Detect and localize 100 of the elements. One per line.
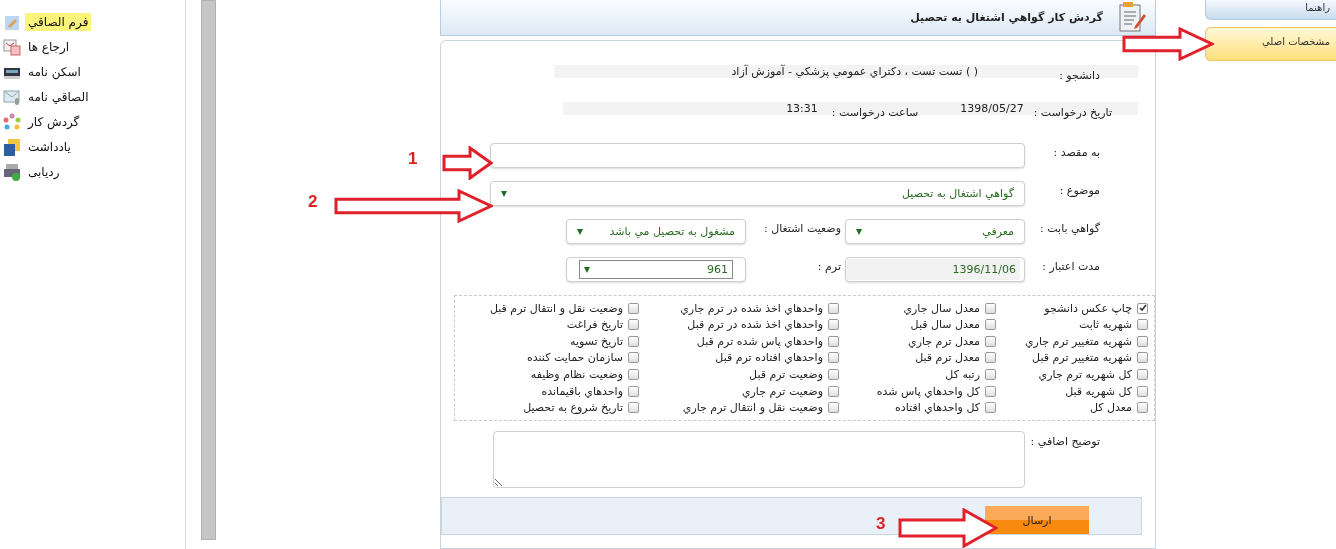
checkbox-label: وضعيت نقل و انتقال ترم قبل xyxy=(489,301,623,315)
printer-icon[interactable] xyxy=(3,162,21,181)
date-value: 1398/05/27 xyxy=(960,102,1024,115)
step-number: 3 xyxy=(876,514,886,534)
caret-icon xyxy=(856,228,862,235)
checkbox[interactable] xyxy=(628,302,639,314)
step-number: 1 xyxy=(408,149,418,169)
checkbox[interactable] xyxy=(1137,319,1148,331)
checkbox[interactable] xyxy=(628,319,639,331)
caret-icon xyxy=(577,228,583,235)
date-field: 1396/11/06 xyxy=(845,257,1025,282)
text-field[interactable] xyxy=(490,143,1025,168)
checkbox[interactable] xyxy=(1137,335,1148,347)
checkbox-label: وضعيت ترم جاري xyxy=(741,384,823,398)
checkbox[interactable] xyxy=(828,352,839,364)
checkbox[interactable] xyxy=(1137,385,1148,397)
checkbox-label: واحدهاي پاس شده ترم قبل xyxy=(696,334,823,348)
checkbox[interactable] xyxy=(985,402,996,414)
checkbox-label: شهريه متغيير ترم قبل xyxy=(1032,351,1132,365)
field-label: وضعيت اشتغال : xyxy=(762,221,841,235)
checkbox-label: تاريخ تسويه xyxy=(570,334,623,348)
checkbox-label: واحدهاي اخذ شده در ترم جاري xyxy=(680,301,823,315)
arrow-icon xyxy=(334,189,493,223)
sidebar-item[interactable]: ارجاع ها xyxy=(25,37,73,56)
checkbox-label: کل واحدهاي افتاده xyxy=(895,401,980,415)
tab[interactable]: مشخصات اصلي xyxy=(1205,27,1336,61)
checkbox[interactable] xyxy=(985,302,996,314)
checkbox[interactable] xyxy=(628,335,639,347)
checkbox[interactable] xyxy=(828,319,839,331)
checkbox-label: کل واحدهاي پاس شده xyxy=(876,384,980,398)
checkbox[interactable] xyxy=(828,385,839,397)
checkbox-label: رتبه کل xyxy=(945,368,980,381)
checkbox-label: معدل ترم قبل xyxy=(915,351,980,365)
checkbox-label: معدل ترم جاري xyxy=(908,334,980,348)
sidebar-item[interactable]: اسکن نامه xyxy=(25,62,84,81)
arrow-icon xyxy=(898,508,998,548)
description-field[interactable] xyxy=(493,431,1025,488)
checkbox[interactable] xyxy=(985,319,996,331)
checkbox[interactable] xyxy=(985,385,996,397)
caret-icon xyxy=(584,266,590,273)
envelope-icon[interactable] xyxy=(3,37,21,56)
time-value: 13:31 xyxy=(786,102,818,115)
student-value: ( ) تست تست ، دکتراي عمومي پزشکي - آموزش آزاد xyxy=(731,65,978,78)
checkbox-label: کل شهريه ترم جاري xyxy=(1038,368,1132,381)
checkbox-label: تاريخ شروع به تحصيل xyxy=(523,401,623,415)
checkbox-label: واحدهاي اخذ شده در ترم قبل xyxy=(687,318,823,332)
sidebar-item[interactable]: گردش کار xyxy=(25,112,83,131)
checkbox-label: تاريخ فراغت xyxy=(566,318,623,332)
checkbox[interactable] xyxy=(985,369,996,380)
checkbox-label: سازمان حمايت کننده xyxy=(527,351,623,365)
checkbox-label: معدل سال جاري xyxy=(903,301,980,315)
sidebar-item[interactable]: يادداشت xyxy=(25,137,74,156)
field-label: دانشجو : xyxy=(1058,69,1101,82)
checkbox[interactable] xyxy=(828,369,839,380)
checkbox[interactable] xyxy=(985,335,996,347)
checkbox[interactable] xyxy=(828,335,839,347)
dropdown[interactable]: معرفي xyxy=(845,219,1025,244)
checkbox[interactable] xyxy=(628,352,639,364)
checkbox-label: کل شهريه قبل xyxy=(1065,384,1132,398)
sidebar-item[interactable]: فرم الصاقي xyxy=(25,12,92,31)
page-title: گردش کار گواهي اشتغال به تحصيل xyxy=(910,11,1103,24)
tab[interactable]: راهنما xyxy=(1205,0,1336,20)
checkbox[interactable] xyxy=(628,402,639,414)
checkbox[interactable] xyxy=(828,302,839,314)
field-label: ساعت درخواست : xyxy=(831,106,919,119)
checkbox-label: واحدهاي باقيمانده xyxy=(541,384,623,398)
sidebar-item[interactable]: ردیابی xyxy=(25,162,63,181)
dropdown[interactable]: مشغول به تحصيل مي باشد xyxy=(566,219,746,244)
checkbox[interactable] xyxy=(985,352,996,364)
field-label: توضيح اضافي : xyxy=(1029,434,1101,450)
dots-icon[interactable] xyxy=(3,112,21,131)
field-label: به مقصد : xyxy=(1052,145,1101,159)
checkbox[interactable] xyxy=(828,402,839,414)
dropdown[interactable]: 961 xyxy=(579,260,733,279)
checkbox-label: شهريه ثابت xyxy=(1078,318,1132,332)
checkbox[interactable] xyxy=(1137,352,1148,364)
checkbox[interactable] xyxy=(1137,302,1148,314)
dropdown[interactable]: گواهي اشتغال به تحصيل xyxy=(490,181,1025,206)
mail-icon[interactable] xyxy=(3,87,21,106)
checkbox-label: وضعيت نظام وظيفه xyxy=(530,368,623,381)
scrollbar[interactable] xyxy=(201,0,216,540)
field-label: موضوع : xyxy=(1058,183,1101,197)
checkbox[interactable] xyxy=(628,369,639,380)
arrow-icon xyxy=(442,146,493,180)
checkbox-label: واحدهاي افتاده ترم قبل xyxy=(715,351,823,365)
checkbox[interactable] xyxy=(1137,402,1148,414)
checkbox[interactable] xyxy=(1137,369,1148,380)
caret-icon xyxy=(501,190,507,197)
checkbox[interactable] xyxy=(628,385,639,397)
checkbox-label: وضعيت ترم قبل xyxy=(749,368,823,381)
step-number: 2 xyxy=(308,192,318,212)
send-button[interactable]: ارسال xyxy=(985,506,1089,534)
arrow-icon xyxy=(1122,27,1214,61)
sidebar-item[interactable]: الصاقي نامه xyxy=(25,87,92,106)
field-label: تاريخ درخواست : xyxy=(1033,106,1113,119)
checkbox-label: معدل سال قبل xyxy=(910,318,980,332)
field-label: مدت اعتبار : xyxy=(1041,259,1101,273)
field-label: گواهي بابت : xyxy=(1039,221,1101,235)
document-icon xyxy=(1117,1,1147,34)
checkbox-label: شهريه متغيير ترم جاري xyxy=(1024,334,1132,348)
